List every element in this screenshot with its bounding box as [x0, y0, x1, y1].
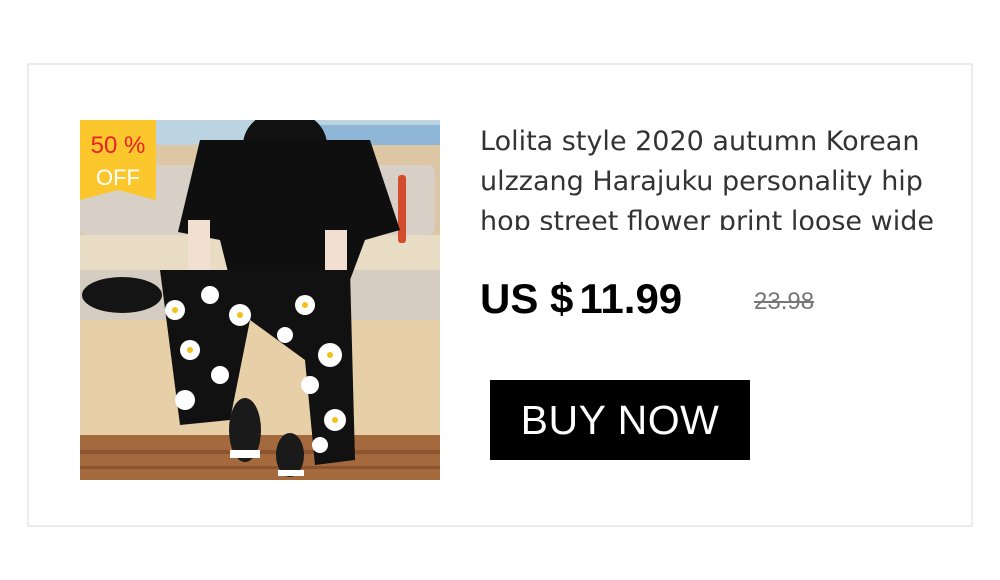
discount-percent: 50 % — [90, 132, 146, 159]
current-price: US $11.99 — [480, 274, 682, 324]
discount-badge: 50 % OFF — [80, 120, 156, 200]
price-currency: US $ — [480, 275, 574, 322]
original-price: 23.98 — [754, 288, 815, 315]
price-value: 11.99 — [579, 275, 683, 322]
discount-off-label: OFF — [96, 165, 140, 190]
buy-now-button[interactable]: BUY NOW — [490, 380, 750, 460]
product-title[interactable]: Lolita style 2020 autumn Korean ulzzang … — [480, 122, 940, 230]
